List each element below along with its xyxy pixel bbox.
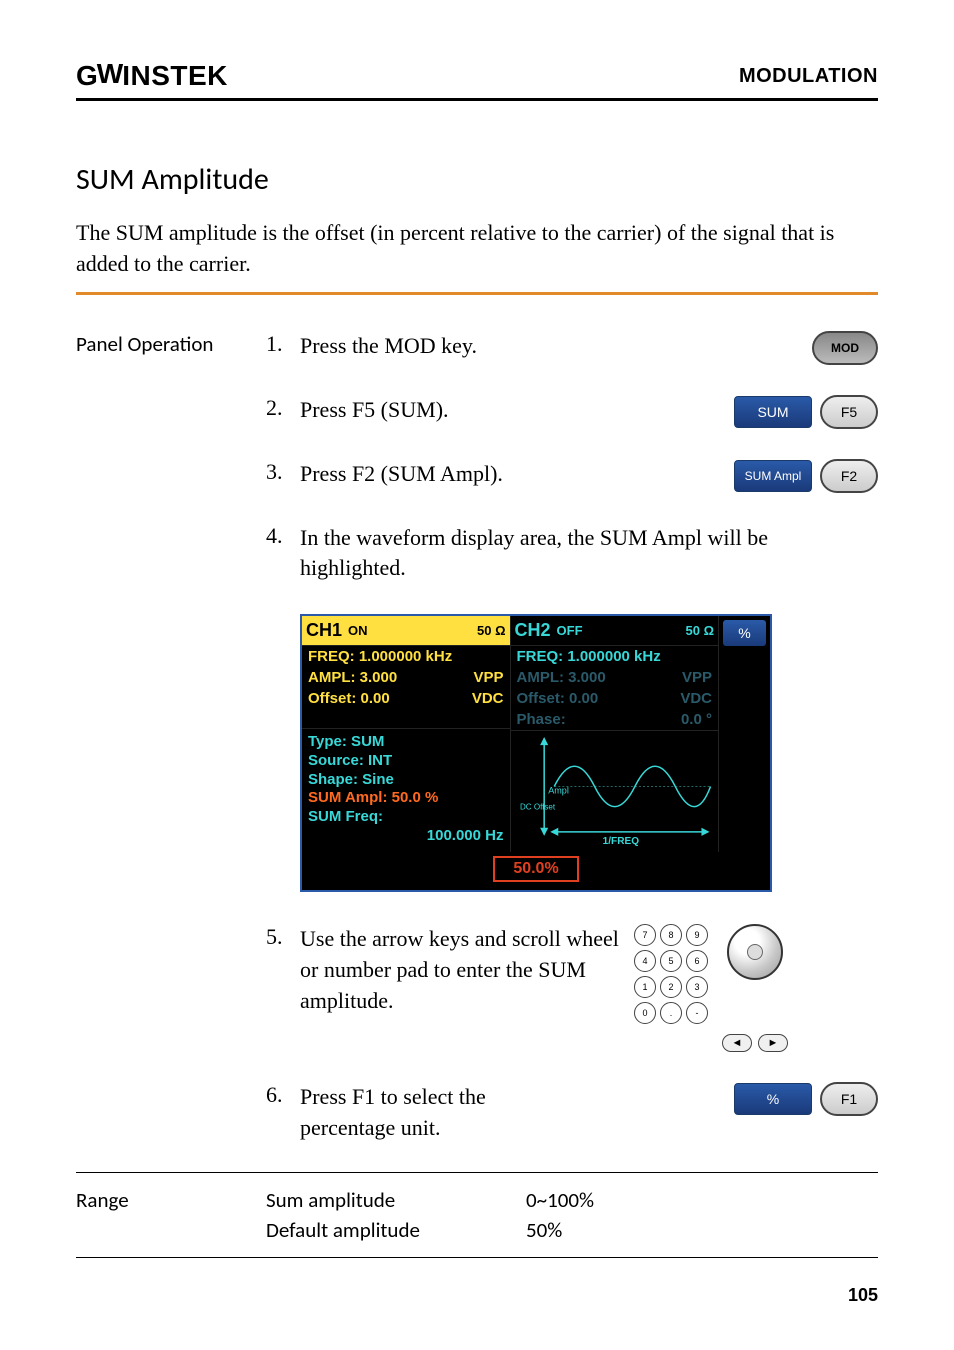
ch1-freq: FREQ: 1.000000 kHz (308, 648, 452, 665)
f1-key-icon: F1 (820, 1082, 878, 1116)
mod-sum-freq-label: SUM Freq: (308, 808, 504, 827)
keypad-key: 2 (660, 976, 682, 998)
keypad-key: 4 (634, 950, 656, 972)
ch1-ampl: AMPL: 3.000 (308, 669, 397, 686)
ch2-freq: FREQ: 1.000000 kHz (517, 648, 661, 665)
step-text: Press F5 (SUM). (300, 395, 724, 426)
mod-key-icon: MOD (812, 331, 878, 365)
divider (76, 292, 878, 295)
range-value: 0~100% (526, 1187, 594, 1213)
range-value: 50% (526, 1217, 562, 1243)
ch2-ampl: AMPL: 3.000 (517, 669, 606, 686)
step-text: Use the arrow keys and scroll wheel or n… (300, 924, 620, 1016)
mod-sum-freq-value: 100.000 Hz (308, 827, 504, 846)
ch2-state: OFF (557, 623, 583, 638)
range-param: Sum amplitude (266, 1187, 526, 1213)
page-number: 105 (848, 1285, 878, 1306)
keypad-key: 0 (634, 1002, 656, 1024)
ch1-state: ON (348, 623, 368, 638)
left-arrow-key-icon: ◄ (722, 1034, 752, 1052)
keypad-key: 6 (686, 950, 708, 972)
numeric-keypad-icon: 7 8 9 4 5 6 1 2 3 0 . - (634, 924, 708, 1024)
ch1-label: CH1 (306, 620, 342, 641)
ch1-ampl-unit: VPP (473, 669, 503, 686)
percent-softkey-icon: % (734, 1083, 812, 1115)
keypad-key: 7 (634, 924, 656, 946)
mod-shape: Shape: Sine (308, 771, 504, 790)
ch1-offset-unit: VDC (472, 690, 504, 707)
ch2-offset-unit: VDC (680, 690, 712, 707)
keypad-key: . (660, 1002, 682, 1024)
svg-text:DC Offset: DC Offset (519, 803, 555, 812)
step-number: 3. (266, 459, 290, 485)
step-number: 2. (266, 395, 290, 421)
f5-key-icon: F5 (820, 395, 878, 429)
ch2-impedance: 50 Ω (686, 623, 715, 638)
percent-softkey: % (723, 620, 766, 646)
page-title: SUM Amplitude (76, 161, 878, 198)
step-text: In the waveform display area, the SUM Am… (300, 523, 878, 585)
keypad-key: 1 (634, 976, 656, 998)
sum-ampl-softkey-icon: SUM Ampl (734, 460, 812, 492)
brand-logo: GWINSTEK (76, 60, 228, 92)
mod-type: Type: SUM (308, 733, 504, 752)
waveform-plot: Ampl DC Offset 1/FREQ (511, 730, 719, 852)
ch2-offset: Offset: 0.00 (517, 690, 599, 707)
svg-text:Ampl: Ampl (548, 786, 569, 796)
range-label: Range (76, 1187, 266, 1213)
svg-text:1/FREQ: 1/FREQ (602, 836, 639, 847)
sum-softkey-icon: SUM (734, 396, 812, 428)
step-number: 1. (266, 331, 290, 357)
ch2-phase-value: 0.0 ° (681, 711, 712, 728)
keypad-key: 5 (660, 950, 682, 972)
keypad-key: 8 (660, 924, 682, 946)
right-arrow-key-icon: ► (758, 1034, 788, 1052)
mod-sum-ampl: SUM Ampl: 50.0 % (308, 789, 504, 808)
keypad-key: 3 (686, 976, 708, 998)
step-number: 6. (266, 1082, 290, 1108)
mod-source: Source: INT (308, 752, 504, 771)
ch2-label: CH2 (515, 620, 551, 641)
step-text: Press F2 (SUM Ampl). (300, 459, 724, 490)
scroll-wheel-icon (727, 924, 783, 980)
intro-text: The SUM amplitude is the offset (in perc… (76, 218, 878, 280)
f2-key-icon: F2 (820, 459, 878, 493)
section-label: MODULATION (739, 65, 878, 88)
sum-ampl-input-value: 50.0% (493, 856, 578, 882)
panel-operation-label: Panel Operation (76, 331, 248, 1156)
keypad-key: - (686, 1002, 708, 1024)
ch2-ampl-unit: VPP (682, 669, 712, 686)
step-number: 5. (266, 924, 290, 950)
step-text: Press F1 to select the percentage unit. (300, 1082, 580, 1144)
keypad-key: 9 (686, 924, 708, 946)
range-param: Default amplitude (266, 1217, 526, 1243)
step-text: Press the MOD key. (300, 331, 802, 362)
step-number: 4. (266, 523, 290, 549)
ch1-impedance: 50 Ω (477, 623, 506, 638)
ch2-phase-label: Phase: (517, 711, 566, 728)
waveform-display: CH1 ON 50 Ω FREQ: 1.000000 kHz AMPL: 3.0… (300, 614, 772, 892)
ch1-offset: Offset: 0.00 (308, 690, 390, 707)
